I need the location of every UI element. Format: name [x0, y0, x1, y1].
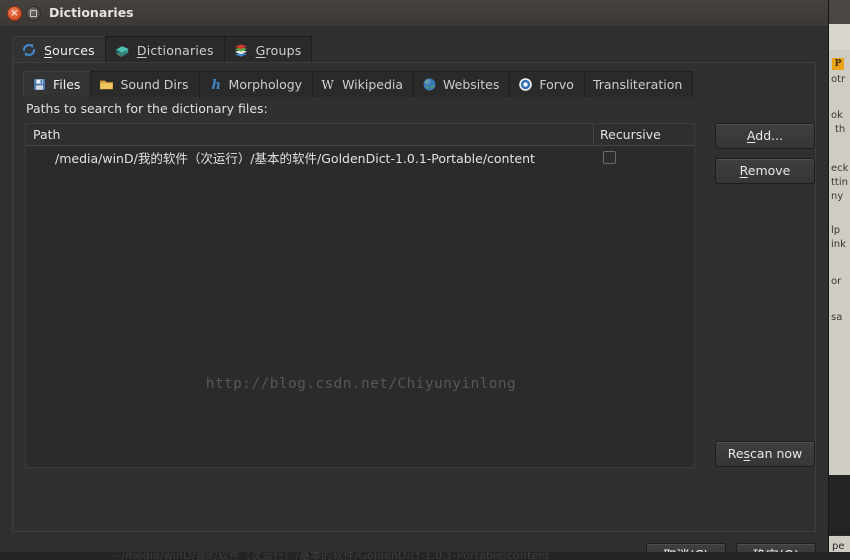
cell-path: /media/winD/我的软件（次运行）/基本的软件/GoldenDict-1…: [55, 151, 535, 166]
pdf-badge-icon: P: [832, 58, 844, 70]
dictionaries-dialog: × Dictionaries Sources Dictionaries Grou…: [0, 0, 828, 552]
tab-sound-dirs-label: Sound Dirs: [120, 77, 189, 92]
tab-dictionaries-label: Dictionaries: [136, 42, 214, 58]
background-text-line: ok: [831, 110, 843, 121]
tab-groups-label: Groups: [255, 42, 302, 58]
background-text-line: sa: [831, 312, 843, 323]
tab-groups[interactable]: Groups: [223, 36, 313, 63]
svg-text:h: h: [211, 78, 220, 92]
background-text-line: lp: [831, 225, 841, 236]
maximize-icon: [30, 10, 37, 17]
tab-transliteration-label: Transliteration: [592, 77, 683, 92]
tab-websites[interactable]: Websites: [413, 71, 511, 97]
book-icon: [114, 42, 130, 58]
tab-forvo[interactable]: Forvo: [509, 71, 585, 97]
tab-morphology[interactable]: h Morphology: [198, 71, 314, 97]
paths-table[interactable]: Path Recursive /media/winD/我的软件（次运行）/基本的…: [25, 123, 695, 468]
files-page: Paths to search for the dictionary files…: [23, 96, 815, 520]
tab-morphology-label: Morphology: [228, 77, 303, 92]
floppy-icon: [32, 77, 47, 92]
tab-sources[interactable]: Sources: [12, 36, 106, 63]
desktop-background: P otr ok th eck ttin ny lp ink or sa pe …: [0, 0, 850, 560]
background-window-titlebar: [829, 0, 850, 25]
background-text-line: ny: [831, 191, 844, 202]
tab-dictionaries[interactable]: Dictionaries: [104, 36, 225, 63]
table-row[interactable]: /media/winD/我的软件（次运行）/基本的软件/GoldenDict-1…: [26, 146, 694, 169]
column-header-path[interactable]: Path: [26, 124, 594, 145]
paths-label: Paths to search for the dictionary files…: [26, 101, 268, 116]
forvo-icon: [518, 77, 533, 92]
table-header: Path Recursive: [26, 124, 694, 146]
add-button[interactable]: Add...: [715, 123, 815, 149]
background-text-line: ink: [831, 239, 846, 250]
background-text-line: eck: [831, 163, 849, 174]
folder-icon: [99, 77, 114, 92]
bottom-cutoff-strip: ~/media/winD/我的软件（次运行）/基本的软件/GoldenDict-…: [0, 552, 850, 560]
column-header-recursive[interactable]: Recursive: [594, 124, 694, 145]
cell-recursive[interactable]: [594, 151, 694, 164]
book-stack-icon: [233, 42, 249, 58]
inner-tabbar: Files Sound Dirs h Morphology W Wikipedi…: [23, 71, 694, 97]
tab-sound-dirs[interactable]: Sound Dirs: [90, 71, 200, 97]
titlebar[interactable]: × Dictionaries: [0, 0, 828, 27]
svg-text:W: W: [322, 78, 335, 92]
dialog-button-box: 取消(C) 确定(O): [646, 543, 816, 552]
tab-websites-label: Websites: [443, 77, 500, 92]
rescan-now-button[interactable]: Rescan now: [715, 441, 815, 467]
close-icon: ×: [10, 8, 19, 19]
tab-forvo-label: Forvo: [539, 77, 574, 92]
tab-sources-label: Sources: [44, 42, 95, 58]
background-window-footer: [829, 475, 850, 535]
globe-icon: [422, 77, 437, 92]
maximize-window-button[interactable]: [26, 6, 41, 21]
background-text-line: otr: [831, 74, 846, 85]
recursive-checkbox[interactable]: [603, 151, 616, 164]
remove-button[interactable]: Remove: [715, 158, 815, 184]
tab-files-label: Files: [53, 77, 81, 92]
ok-button[interactable]: 确定(O): [736, 543, 816, 552]
background-window[interactable]: P otr ok th eck ttin ny lp ink or sa pe: [828, 0, 850, 560]
background-text-line: th: [835, 124, 846, 135]
w-letter-icon: W: [321, 77, 336, 92]
cancel-button[interactable]: 取消(C): [646, 543, 726, 552]
dialog-body: Sources Dictionaries Groups Files Sound …: [0, 27, 828, 552]
background-window-toolbar: [829, 24, 850, 51]
tab-files[interactable]: Files: [23, 71, 92, 97]
h-letter-icon: h: [208, 77, 223, 93]
close-window-button[interactable]: ×: [7, 6, 22, 21]
tab-wikipedia[interactable]: W Wikipedia: [312, 71, 415, 97]
background-text-line: or: [831, 276, 842, 287]
tab-wikipedia-label: Wikipedia: [342, 77, 404, 92]
outer-tabbar: Sources Dictionaries Groups: [12, 36, 313, 63]
refresh-icon: [21, 42, 37, 58]
background-strip-text: pe: [832, 541, 845, 552]
window-title: Dictionaries: [49, 5, 134, 20]
sources-panel: Files Sound Dirs h Morphology W Wikipedi…: [12, 62, 816, 532]
tab-transliteration[interactable]: Transliteration: [583, 71, 694, 97]
bottom-cutoff-text: ~/media/winD/我的软件（次运行）/基本的软件/GoldenDict-…: [112, 552, 550, 560]
watermark-text: http://blog.csdn.net/Chiyunyinlong: [205, 376, 517, 392]
background-text-line: ttin: [831, 177, 848, 188]
